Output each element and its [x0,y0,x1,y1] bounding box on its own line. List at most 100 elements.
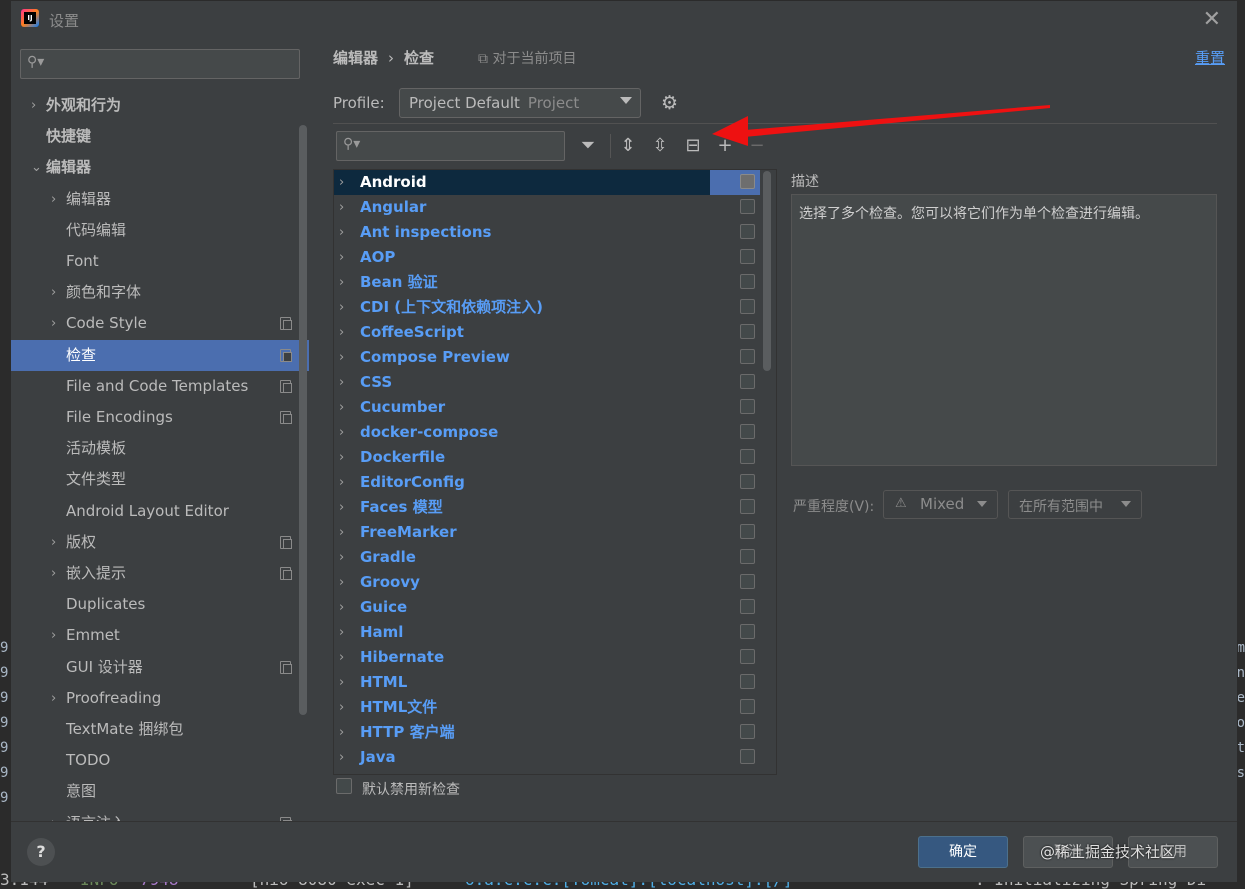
inspection-checkbox[interactable] [740,649,755,664]
filter-icon[interactable]: ⏷ [577,135,599,157]
tree-item[interactable]: › Code Style [11,308,309,339]
tree-item[interactable]: 快捷键 [11,121,309,152]
inspection-row[interactable]: › Gradle [334,545,760,570]
inspection-checkbox[interactable] [740,449,755,464]
inspection-checkbox[interactable] [740,224,755,239]
inspection-row[interactable]: › FreeMarker [334,520,760,545]
tree-item[interactable]: › 编辑器 [11,184,309,215]
disable-new-inspections-checkbox[interactable] [336,778,352,794]
chevron-right-icon[interactable]: › [31,90,43,121]
inspection-row[interactable]: › Android [334,170,760,195]
chevron-right-icon[interactable]: › [51,620,63,651]
inspection-checkbox[interactable] [740,249,755,264]
chevron-right-icon[interactable]: › [339,545,344,570]
chevron-right-icon[interactable]: › [339,370,344,395]
tree-item[interactable]: TODO [11,745,309,776]
chevron-right-icon[interactable]: › [51,558,63,589]
tree-item[interactable]: File and Code Templates [11,371,309,402]
tree-item[interactable]: 意图 [11,776,309,807]
chevron-right-icon[interactable]: › [51,277,63,308]
inspection-row[interactable]: › Haml [334,620,760,645]
list-scrollbar[interactable] [763,171,771,371]
reset-to-empty-icon[interactable]: ⊟ [682,135,704,157]
inspection-checkbox[interactable] [740,724,755,739]
chevron-right-icon[interactable]: › [339,195,344,220]
inspection-row[interactable]: › Angular [334,195,760,220]
tree-item[interactable]: ›语言注入 [11,808,309,821]
reset-link[interactable]: 重置 [1195,47,1225,68]
inspection-row[interactable]: › Compose Preview [334,345,760,370]
chevron-right-icon[interactable]: › [339,445,344,470]
tree-item[interactable]: › 嵌入提示 [11,558,309,589]
inspection-row[interactable]: › Groovy [334,570,760,595]
help-button[interactable]: ? [27,838,55,866]
chevron-right-icon[interactable]: › [339,720,344,745]
tree-item[interactable]: Duplicates [11,589,309,620]
chevron-right-icon[interactable]: › [339,670,344,695]
chevron-right-icon[interactable]: › [51,808,63,821]
chevron-right-icon[interactable]: › [51,184,63,215]
tree-item[interactable]: › 外观和行为 [11,90,309,121]
chevron-right-icon[interactable]: › [339,270,344,295]
profile-select[interactable]: Project Default Project [399,88,641,118]
inspection-checkbox[interactable] [740,524,755,539]
tree-item[interactable]: File Encodings [11,402,309,433]
tree-item[interactable]: GUI 设计器 [11,652,309,683]
inspection-row[interactable]: › CoffeeScript [334,320,760,345]
tree-item[interactable]: › 颜色和字体 [11,277,309,308]
chevron-right-icon[interactable]: › [339,495,344,520]
inspection-row[interactable]: › AOP [334,245,760,270]
tree-item[interactable]: Font [11,246,309,277]
breadcrumb-editor[interactable]: 编辑器 [333,49,378,67]
chevron-right-icon[interactable]: › [339,520,344,545]
settings-search-input[interactable]: ⚲▾ [20,49,300,79]
chevron-down-icon[interactable]: ⌄ [31,152,43,183]
tree-item[interactable]: 代码编辑 [11,215,309,246]
inspection-checkbox[interactable] [740,699,755,714]
inspection-row[interactable]: › Java [334,745,760,770]
chevron-right-icon[interactable]: › [339,295,344,320]
inspection-row[interactable]: › EditorConfig [334,470,760,495]
inspection-row[interactable]: › docker-compose [334,420,760,445]
inspection-row[interactable]: › Guice [334,595,760,620]
expand-all-icon[interactable]: ⇕ [617,135,639,157]
chevron-right-icon[interactable]: › [339,220,344,245]
chevron-right-icon[interactable]: › [339,645,344,670]
chevron-right-icon[interactable]: › [51,527,63,558]
tree-item[interactable]: 检查 [11,339,309,371]
inspection-checkbox[interactable] [740,749,755,764]
inspection-row[interactable]: › Faces 模型 [334,495,760,520]
inspection-checkbox[interactable] [740,499,755,514]
inspection-checkbox[interactable] [740,174,755,189]
close-icon[interactable]: ✕ [1203,7,1221,32]
inspection-row[interactable]: › CDI (上下文和依赖项注入) [334,295,760,320]
inspection-row[interactable]: › Bean 验证 [334,270,760,295]
chevron-right-icon[interactable]: › [339,620,344,645]
inspection-row[interactable]: › Ant inspections [334,220,760,245]
chevron-right-icon[interactable]: › [339,245,344,270]
inspection-checkbox[interactable] [740,374,755,389]
chevron-right-icon[interactable]: › [339,470,344,495]
tree-item[interactable]: 活动模板 [11,433,309,464]
inspection-row[interactable]: › CSS [334,370,760,395]
tree-item[interactable]: › Proofreading [11,683,309,714]
inspection-search-input[interactable]: ⚲▾ [336,131,565,161]
chevron-right-icon[interactable]: › [339,420,344,445]
inspection-checkbox[interactable] [740,624,755,639]
inspection-checkbox[interactable] [740,674,755,689]
chevron-right-icon[interactable]: › [339,695,344,720]
chevron-right-icon[interactable]: › [339,320,344,345]
inspection-checkbox[interactable] [740,424,755,439]
chevron-right-icon[interactable]: › [339,170,344,195]
chevron-right-icon[interactable]: › [339,595,344,620]
tree-item[interactable]: Android Layout Editor [11,496,309,527]
inspection-row[interactable]: › Dockerfile [334,445,760,470]
nav-scrollbar[interactable] [299,125,307,715]
inspection-checkbox[interactable] [740,574,755,589]
tree-item[interactable]: ⌄ 编辑器 [11,152,309,183]
chevron-right-icon[interactable]: › [339,745,344,770]
inspection-checkbox[interactable] [740,399,755,414]
tree-item[interactable]: › Emmet [11,620,309,651]
inspection-row[interactable]: › Hibernate [334,645,760,670]
inspection-row[interactable]: › HTML [334,670,760,695]
